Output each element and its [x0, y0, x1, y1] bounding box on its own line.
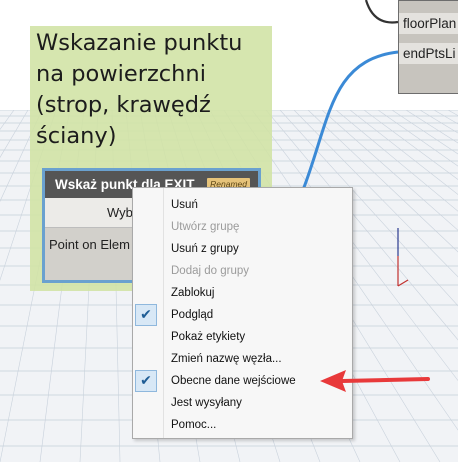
select-button[interactable]: Wyb — [107, 205, 133, 220]
menu-item-remove-from-group[interactable]: Usuń z grupy — [133, 238, 352, 260]
port-floor-plan[interactable]: floorPlan — [399, 13, 458, 34]
node-output-label: Point on Elem — [49, 237, 130, 252]
menu-item-label: Pokaż etykiety — [171, 331, 246, 343]
menu-item-label: Usuń z grupy — [171, 243, 239, 255]
menu-item-label: Dodaj do grupy — [171, 265, 249, 277]
red-arrow-icon — [320, 370, 430, 392]
menu-item-label: Zmień nazwę węzła... — [171, 353, 282, 365]
menu-item-help[interactable]: Pomoc... — [133, 414, 352, 436]
menu-item-label: Podgląd — [171, 309, 214, 321]
menu-item-show-labels[interactable]: Pokaż etykiety — [133, 326, 352, 348]
checkmark-icon: ✔ — [135, 304, 157, 326]
menu-item-add-to-group[interactable]: Dodaj do grupy — [133, 260, 352, 282]
menu-item-label: Utwórz grupę — [171, 221, 240, 233]
port-end-pts[interactable]: endPtsLi — [399, 43, 458, 64]
menu-item-rename-node[interactable]: Zmień nazwę węzła... — [133, 348, 352, 370]
group-title: Wskazanie punktu na powierzchni (strop, … — [36, 30, 243, 149]
menu-item-preview[interactable]: ✔ Podgląd — [133, 304, 352, 326]
menu-item-label: Jest wysyłany — [171, 397, 242, 409]
context-menu[interactable]: Usuń Utwórz grupę Usuń z grupy Dodaj do … — [132, 187, 353, 439]
menu-item-create-group[interactable]: Utwórz grupę — [133, 216, 352, 238]
menu-item-delete[interactable]: Usuń — [133, 194, 352, 216]
menu-item-label: Obecne dane wejściowe — [171, 375, 296, 387]
menu-item-label: Zablokuj — [171, 287, 215, 299]
upstream-node[interactable]: floorPlan endPtsLi — [398, 0, 458, 94]
menu-item-is-output[interactable]: Jest wysyłany — [133, 392, 352, 414]
menu-item-label: Usuń — [171, 199, 198, 211]
menu-item-freeze[interactable]: Zablokuj — [133, 282, 352, 304]
menu-item-label: Pomoc... — [171, 419, 217, 431]
checkmark-icon: ✔ — [135, 370, 157, 392]
